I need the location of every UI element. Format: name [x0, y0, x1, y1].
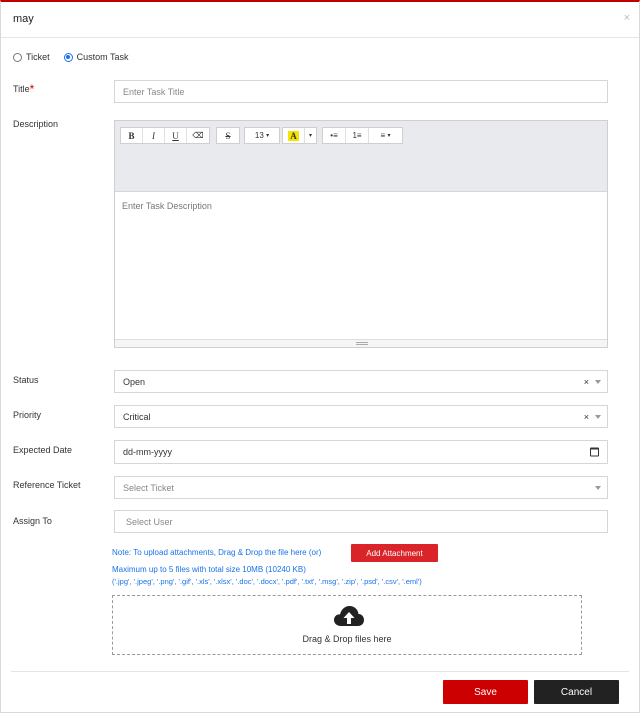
align-dropdown[interactable]: ≡ ▾: [369, 128, 402, 143]
expected-date-label: Expected Date: [13, 445, 73, 455]
task-type-selector: Ticket Custom Task: [13, 52, 143, 62]
assign-to-placeholder: Select User: [126, 516, 173, 527]
radio-ticket-circle[interactable]: [13, 52, 22, 62]
font-size-group: 13 ▾: [244, 127, 280, 144]
save-button[interactable]: Save: [443, 680, 528, 704]
title-label-text: Title: [13, 84, 30, 94]
color-group: A ▾: [282, 127, 317, 144]
italic-button[interactable]: I: [143, 128, 165, 143]
radio-ticket[interactable]: Ticket: [13, 52, 50, 62]
font-size-dropdown[interactable]: 13 ▾: [245, 128, 279, 143]
cloud-upload-icon: [334, 606, 364, 626]
description-placeholder: Enter Task Description: [122, 201, 212, 211]
modal-title: may: [13, 13, 34, 25]
assign-to-input[interactable]: Select User: [114, 510, 608, 533]
title-input[interactable]: Enter Task Title: [114, 80, 608, 103]
format-group: B I U ⌫: [120, 127, 210, 144]
file-dropzone[interactable]: Drag & Drop files here: [112, 595, 582, 655]
dropzone-text: Drag & Drop files here: [302, 634, 392, 644]
title-label: Title*: [13, 82, 35, 98]
list-group: •≡ 1≡ ≡ ▾: [322, 127, 403, 144]
priority-label: Priority: [13, 410, 42, 420]
bullet-list-icon[interactable]: •≡: [323, 128, 346, 143]
strikethrough-button[interactable]: S: [217, 128, 239, 143]
reference-ticket-label: Reference Ticket: [13, 480, 81, 490]
priority-value: Critical: [123, 411, 151, 422]
chevron-down-icon: ▾: [387, 133, 391, 139]
description-textarea[interactable]: Enter Task Description: [115, 192, 607, 340]
underline-button[interactable]: U: [165, 128, 187, 143]
radio-custom-task-label: Custom Task: [76, 52, 129, 62]
resize-grip-icon: [356, 342, 368, 345]
modal-header: may ×: [1, 2, 639, 38]
close-icon[interactable]: ×: [624, 12, 630, 24]
attachment-note: Note: To upload attachments, Drag & Drop…: [112, 548, 322, 557]
status-label: Status: [13, 375, 39, 385]
expected-date-input[interactable]: dd-mm-yyyy: [114, 440, 608, 464]
font-size-value: 13: [254, 131, 264, 140]
radio-custom-task[interactable]: Custom Task: [63, 52, 129, 62]
chevron-down-icon: [595, 414, 601, 419]
radio-custom-task-circle[interactable]: [63, 52, 73, 62]
highlight-icon: A: [288, 130, 299, 141]
reference-ticket-select[interactable]: Select Ticket: [114, 476, 608, 499]
required-mark: *: [29, 82, 35, 96]
radio-ticket-label: Ticket: [26, 52, 50, 62]
chevron-down-icon: [595, 485, 601, 490]
task-modal: may × Ticket Custom Task Title* Enter Ta…: [0, 0, 640, 713]
eraser-icon[interactable]: ⌫: [187, 128, 209, 143]
clear-status-icon[interactable]: ×: [584, 377, 589, 387]
chevron-down-icon: [595, 379, 601, 384]
add-attachment-button[interactable]: Add Attachment: [351, 544, 438, 562]
strike-group: S: [216, 127, 240, 144]
highlight-button[interactable]: A: [283, 128, 305, 143]
clear-priority-icon[interactable]: ×: [584, 412, 589, 422]
description-editor: B I U ⌫ S 13 ▾ A ▾ •≡ 1≡ ≡ ▾ Enter Task …: [114, 120, 608, 348]
attachment-limit: Maximum up to 5 files with total size 10…: [112, 565, 306, 574]
bold-button[interactable]: B: [121, 128, 143, 143]
expected-date-placeholder: dd-mm-yyyy: [123, 447, 172, 457]
editor-toolbar: B I U ⌫ S 13 ▾ A ▾ •≡ 1≡ ≡ ▾: [115, 121, 607, 192]
footer-divider: [11, 671, 629, 672]
chevron-down-icon: ▾: [266, 133, 270, 139]
highlight-dropdown-caret[interactable]: ▾: [305, 128, 316, 143]
description-label: Description: [13, 119, 59, 129]
priority-select[interactable]: Critical ×: [114, 405, 608, 428]
assign-to-label: Assign To: [13, 516, 52, 526]
attachment-types: ('.jpg', '.jpeg', '.png', '.gif', '.xls'…: [112, 577, 422, 586]
reference-ticket-placeholder: Select Ticket: [123, 482, 175, 493]
cancel-button[interactable]: Cancel: [534, 680, 619, 704]
editor-resize-handle[interactable]: [115, 339, 607, 347]
calendar-icon[interactable]: [590, 447, 599, 457]
status-value: Open: [123, 376, 146, 387]
title-placeholder: Enter Task Title: [123, 86, 185, 97]
status-select[interactable]: Open ×: [114, 370, 608, 393]
numbered-list-icon[interactable]: 1≡: [346, 128, 369, 143]
align-icon: ≡: [380, 131, 386, 140]
